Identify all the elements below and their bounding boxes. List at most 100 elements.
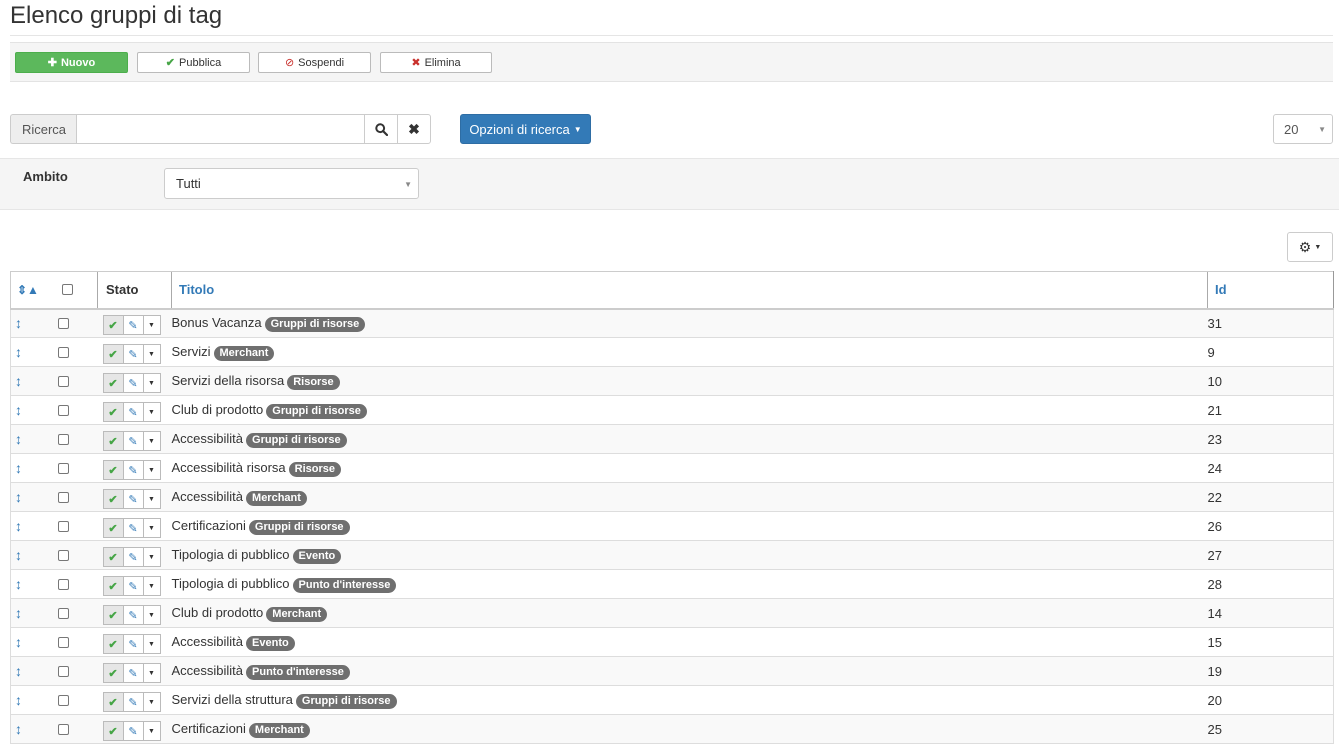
row-actions-dropdown[interactable]: ▼ [142,663,161,683]
drag-handle[interactable]: ↕ [10,714,49,744]
row-checkbox[interactable] [57,578,69,590]
row-actions-dropdown[interactable]: ▼ [142,402,161,422]
new-button[interactable]: ✚ Nuovo [15,52,128,73]
search-input[interactable] [76,114,365,144]
row-checkbox[interactable] [57,317,69,329]
row-checkbox[interactable] [57,346,69,358]
status-cell: ✔ ✎ ▼ [97,511,172,541]
drag-handle[interactable]: ↕ [10,424,49,454]
row-actions-dropdown[interactable]: ▼ [142,373,161,393]
drag-handle[interactable]: ↕ [10,598,49,628]
row-checkbox[interactable] [57,433,69,445]
drag-handle[interactable]: ↕ [10,308,49,338]
published-toggle-button[interactable]: ✔ [102,489,124,509]
row-actions-dropdown[interactable]: ▼ [142,721,161,741]
edit-button[interactable]: ✎ [122,547,144,567]
drag-handle[interactable]: ↕ [10,685,49,715]
id-header[interactable]: Id [1207,271,1334,310]
row-actions-dropdown[interactable]: ▼ [142,605,161,625]
suspend-button[interactable]: ⊘ Sospendi [258,52,371,73]
row-actions-dropdown[interactable]: ▼ [142,634,161,654]
search-options-button[interactable]: Opzioni di ricerca ▼ [460,114,591,144]
edit-button[interactable]: ✎ [122,634,144,654]
table-options-button[interactable]: ⚙ ▼ [1287,232,1333,262]
row-checkbox-cell [48,366,98,396]
published-toggle-button[interactable]: ✔ [102,576,124,596]
row-actions-dropdown[interactable]: ▼ [142,431,161,451]
published-toggle-button[interactable]: ✔ [102,721,124,741]
edit-button[interactable]: ✎ [122,460,144,480]
published-toggle-button[interactable]: ✔ [102,634,124,654]
row-actions-dropdown[interactable]: ▼ [142,315,161,336]
row-checkbox[interactable] [57,520,69,532]
clear-search-button[interactable]: ✖ [397,114,431,144]
title-cell: Servizi della struttura Gruppi di risorse [171,685,1208,715]
published-toggle-button[interactable]: ✔ [102,373,124,393]
ban-icon: ⊘ [284,57,295,69]
edit-button[interactable]: ✎ [122,489,144,509]
published-toggle-button[interactable]: ✔ [102,344,124,364]
row-checkbox[interactable] [57,723,69,735]
publish-button[interactable]: ✔ Pubblica [137,52,250,73]
row-checkbox[interactable] [57,462,69,474]
published-toggle-button[interactable]: ✔ [102,402,124,422]
row-checkbox[interactable] [57,375,69,387]
row-actions-dropdown[interactable]: ▼ [142,518,161,538]
row-checkbox[interactable] [57,694,69,706]
drag-handle[interactable]: ↕ [10,366,49,396]
row-actions-dropdown[interactable]: ▼ [142,460,161,480]
drag-handle[interactable]: ↕ [10,656,49,686]
row-actions-dropdown[interactable]: ▼ [142,489,161,509]
drag-handle[interactable]: ↕ [10,337,49,367]
scope-filter-select[interactable]: Tutti ▼ [164,168,419,199]
drag-handle[interactable]: ↕ [10,540,49,570]
row-actions-dropdown[interactable]: ▼ [142,344,161,364]
published-toggle-button[interactable]: ✔ [102,547,124,567]
published-toggle-button[interactable]: ✔ [102,605,124,625]
edit-button[interactable]: ✎ [122,576,144,596]
drag-handle[interactable]: ↕ [10,453,49,483]
edit-button[interactable]: ✎ [122,431,144,451]
published-toggle-button[interactable]: ✔ [102,663,124,683]
ordering-header[interactable]: ⇕▲ [10,271,49,310]
drag-handle-icon: ↕ [15,663,22,679]
title-header[interactable]: Titolo [171,271,1208,310]
edit-button[interactable]: ✎ [122,663,144,683]
published-toggle-button[interactable]: ✔ [102,460,124,480]
delete-button[interactable]: ✖ Elimina [380,52,492,73]
row-checkbox[interactable] [57,549,69,561]
drag-handle[interactable]: ↕ [10,569,49,599]
list-limit-select[interactable]: 20 ▼ [1273,114,1333,144]
row-checkbox[interactable] [57,665,69,677]
drag-handle[interactable]: ↕ [10,627,49,657]
edit-button[interactable]: ✎ [122,605,144,625]
title-cell: Tipologia di pubblico Punto d'interesse [171,569,1208,599]
page-title: Elenco gruppi di tag [10,2,223,29]
edit-button[interactable]: ✎ [122,402,144,422]
row-actions-dropdown[interactable]: ▼ [142,692,161,712]
edit-button[interactable]: ✎ [122,721,144,741]
row-checkbox[interactable] [57,636,69,648]
edit-button[interactable]: ✎ [122,518,144,538]
row-checkbox[interactable] [57,491,69,503]
edit-button[interactable]: ✎ [122,692,144,712]
id-cell: 26 [1207,511,1334,541]
edit-button[interactable]: ✎ [122,344,144,364]
drag-handle[interactable]: ↕ [10,511,49,541]
row-id: 27 [1207,547,1222,563]
row-checkbox[interactable] [57,404,69,416]
row-actions-dropdown[interactable]: ▼ [142,576,161,596]
row-checkbox[interactable] [57,607,69,619]
edit-button[interactable]: ✎ [122,373,144,393]
published-toggle-button[interactable]: ✔ [102,518,124,538]
search-button[interactable] [364,114,398,144]
published-toggle-button[interactable]: ✔ [102,315,124,336]
id-cell: 22 [1207,482,1334,512]
drag-handle[interactable]: ↕ [10,395,49,425]
drag-handle[interactable]: ↕ [10,482,49,512]
published-toggle-button[interactable]: ✔ [102,692,124,712]
edit-button[interactable]: ✎ [122,315,144,336]
published-toggle-button[interactable]: ✔ [102,431,124,451]
check-all-checkbox[interactable] [61,284,73,296]
row-actions-dropdown[interactable]: ▼ [142,547,161,567]
